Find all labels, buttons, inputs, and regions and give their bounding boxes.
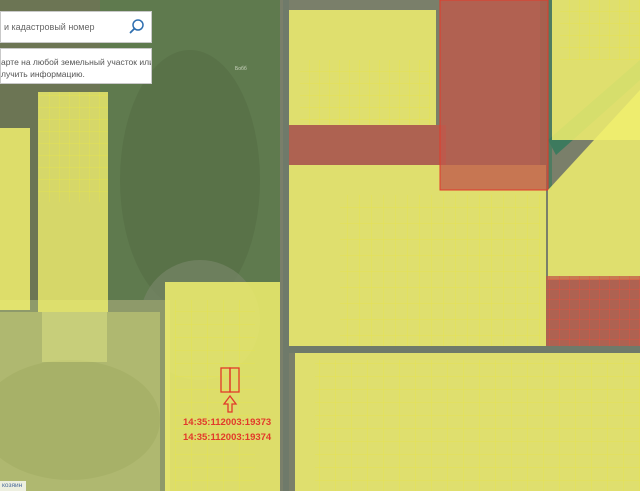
- cadastral-number-label: 14:35:112003:19373: [183, 417, 271, 428]
- parcel-highlight[interactable]: [439, 0, 549, 191]
- parcel-highlight-grid: [546, 276, 640, 346]
- road: [288, 346, 640, 353]
- search-input[interactable]: [1, 12, 125, 42]
- search-box: [0, 11, 152, 43]
- road: [283, 0, 289, 491]
- map-hint: арте на любой земельный участок или лучи…: [0, 48, 152, 84]
- map-attribution[interactable]: козяин: [0, 481, 27, 491]
- parcel-block-grid: [175, 300, 255, 491]
- parcel-block-grid: [300, 60, 430, 125]
- search-icon: [129, 19, 144, 34]
- parcel-block-grid: [340, 195, 540, 350]
- parcel-block-grid: [315, 360, 640, 491]
- parcel-block[interactable]: [0, 128, 30, 310]
- parcel-block[interactable]: [0, 312, 160, 491]
- parcel-block-grid: [38, 92, 108, 202]
- cadastral-number-label: 14:35:112003:19374: [183, 432, 272, 443]
- parcel-highlight[interactable]: [286, 125, 446, 165]
- area-label: Бобб: [235, 66, 247, 72]
- parcel-block-grid: [560, 0, 640, 60]
- search-button[interactable]: [127, 17, 147, 37]
